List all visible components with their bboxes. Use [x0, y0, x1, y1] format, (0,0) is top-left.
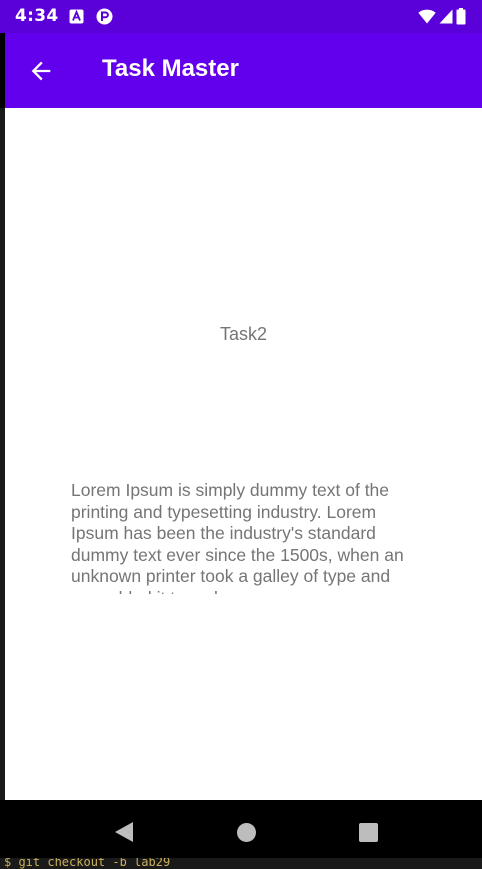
emulator-screen: 4:34 Task Master Task2 Lorem Ipsum is si…: [0, 0, 482, 869]
arrow-back-icon[interactable]: [27, 57, 55, 85]
task-description-container[interactable]: Lorem Ipsum is simply dummy text of the …: [71, 480, 411, 594]
nav-back-icon[interactable]: [115, 822, 133, 842]
a-letter-notification-icon: [69, 9, 84, 24]
battery-icon: [456, 8, 466, 25]
task-description: Lorem Ipsum is simply dummy text of the …: [71, 480, 404, 594]
app-bar: Task Master: [5, 33, 482, 108]
p-letter-notification-icon: [96, 8, 113, 25]
wifi-icon: [418, 9, 436, 24]
host-terminal-text: $ git checkout -b lab29: [4, 858, 171, 869]
host-terminal-strip: $ git checkout -b lab29: [0, 858, 482, 869]
status-bar: 4:34: [0, 0, 482, 33]
cell-signal-icon: [439, 9, 453, 24]
navigation-bar: [5, 800, 482, 858]
nav-recents-icon[interactable]: [359, 823, 378, 842]
task-detail-content: Task2 Lorem Ipsum is simply dummy text o…: [5, 108, 482, 800]
status-time: 4:34: [15, 6, 59, 26]
nav-home-icon[interactable]: [237, 823, 256, 842]
task-title: Task2: [219, 324, 268, 344]
app-title: Task Master: [102, 55, 239, 82]
status-system-icons: [418, 8, 466, 25]
